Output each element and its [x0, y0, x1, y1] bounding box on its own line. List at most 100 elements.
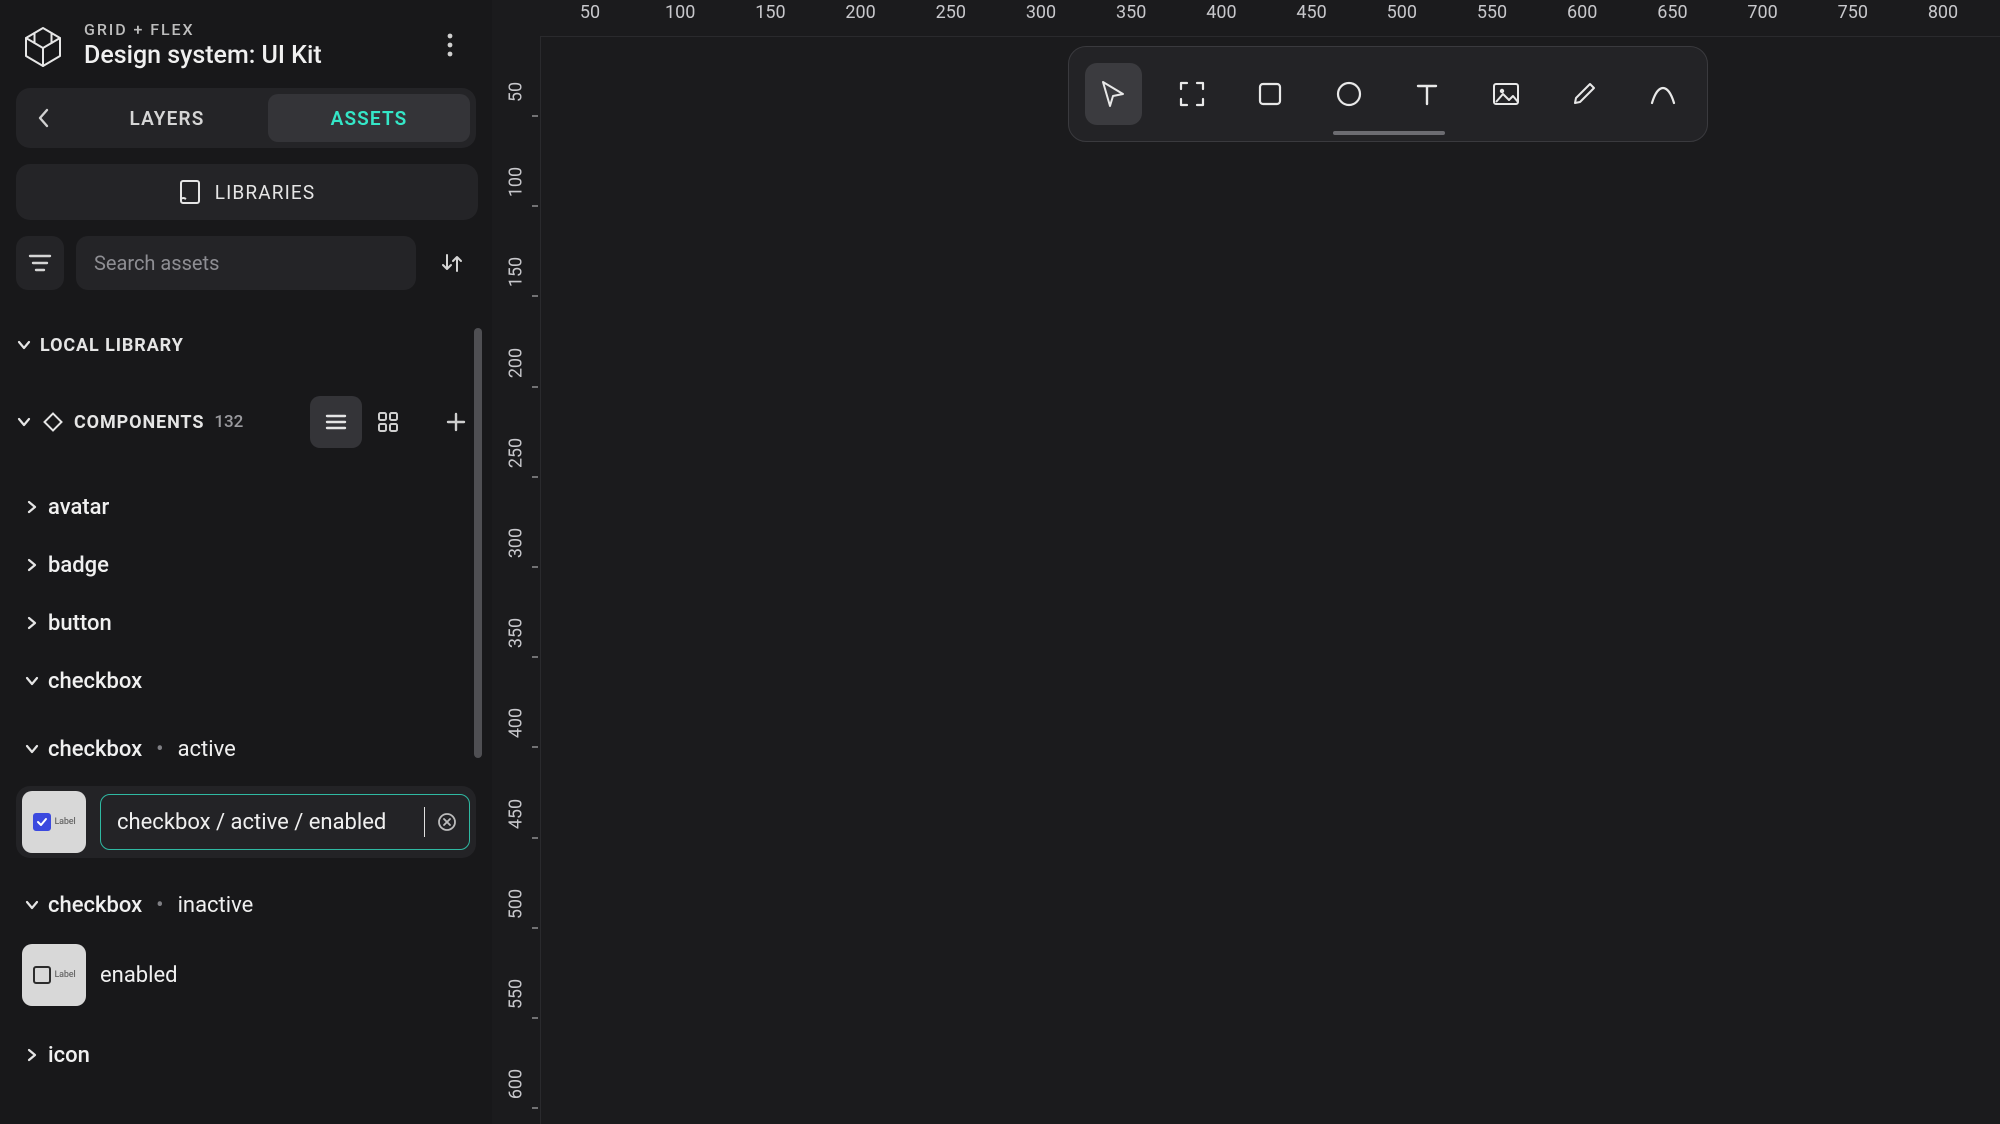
- asset-instance-editing[interactable]: Label: [16, 786, 476, 858]
- ruler-v-tick: 350: [506, 618, 527, 648]
- variant-base-name: checkbox: [48, 893, 142, 918]
- view-grid-button[interactable]: [362, 396, 414, 448]
- chevron-down-icon: [24, 897, 40, 913]
- asset-thumbnail: Label: [22, 944, 86, 1006]
- components-count: 132: [214, 412, 243, 432]
- component-label: checkbox: [48, 669, 142, 694]
- view-toggle: [310, 396, 414, 448]
- chevron-down-icon: [24, 673, 40, 689]
- ruler-h-tick: 550: [1477, 2, 1507, 23]
- ruler-v-tick: 300: [506, 528, 527, 558]
- ruler-h-tick: 400: [1206, 2, 1236, 23]
- ruler-v-minor: [532, 386, 538, 387]
- tool-pen[interactable]: [1556, 63, 1613, 125]
- ruler-h-tick: 100: [665, 2, 695, 23]
- component-item-badge[interactable]: badge: [16, 536, 476, 594]
- tool-ellipse[interactable]: [1321, 63, 1378, 125]
- file-menu-button[interactable]: [430, 25, 470, 65]
- clear-input-icon[interactable]: [435, 810, 459, 834]
- ruler-h-tick: 600: [1567, 2, 1597, 23]
- variant-name: active: [178, 737, 236, 762]
- assets-sidebar: LAYERS ASSETS LIBRARIES: [16, 88, 476, 1124]
- ruler-v-tick: 100: [506, 167, 527, 197]
- thumb-label: Label: [55, 817, 76, 827]
- variant-base-name: checkbox: [48, 737, 142, 762]
- tool-rectangle[interactable]: [1242, 63, 1299, 125]
- tool-frame[interactable]: [1164, 63, 1221, 125]
- ruler-h-tick: 150: [755, 2, 785, 23]
- components-row: COMPONENTS 132: [16, 396, 476, 448]
- ruler-v-minor: [532, 476, 538, 477]
- toolbar-drag-handle[interactable]: [1333, 131, 1445, 135]
- asset-rename-field[interactable]: [100, 794, 470, 850]
- sidebar-tabs: LAYERS ASSETS: [16, 88, 476, 148]
- chevron-right-icon: [24, 615, 40, 631]
- vertical-ruler: 50100150200250300350400450500550600: [492, 36, 540, 1124]
- tool-curve[interactable]: [1635, 63, 1692, 125]
- component-label: icon: [48, 1043, 90, 1068]
- view-list-button[interactable]: [310, 396, 362, 448]
- asset-list-scroll: LOCAL LIBRARY COMPONENTS 132: [16, 328, 476, 1124]
- design-canvas[interactable]: [540, 36, 2000, 1124]
- ruler-h-tick: 50: [580, 2, 600, 23]
- text-cursor: [424, 807, 426, 837]
- component-label: avatar: [48, 495, 109, 520]
- ruler-v-minor: [532, 296, 538, 297]
- component-item-checkbox[interactable]: checkbox: [16, 652, 476, 710]
- ruler-v-minor: [532, 116, 538, 117]
- canvas-area: 5010015020025030035040045050055060065070…: [492, 0, 2000, 1124]
- ruler-h-tick: 700: [1747, 2, 1777, 23]
- component-diamond-icon: [42, 411, 64, 433]
- ruler-v-minor: [532, 837, 538, 838]
- component-item-icon[interactable]: icon: [16, 1026, 476, 1084]
- filter-button[interactable]: [16, 236, 64, 290]
- chevron-right-icon: [24, 557, 40, 573]
- asset-search-row: [16, 236, 476, 290]
- component-variant-checkbox-active[interactable]: checkbox • active: [16, 720, 476, 778]
- search-assets-input[interactable]: [76, 236, 416, 290]
- tab-layers[interactable]: LAYERS: [66, 94, 268, 142]
- asset-instance-enabled[interactable]: Label enabled: [16, 942, 476, 1008]
- variant-separator: •: [150, 893, 169, 918]
- ruler-h-tick: 450: [1296, 2, 1326, 23]
- ruler-v-tick: 400: [506, 708, 527, 738]
- sidebar-scrollbar[interactable]: [474, 328, 482, 758]
- chevron-down-icon: [24, 741, 40, 757]
- tool-text[interactable]: [1399, 63, 1456, 125]
- section-local-library[interactable]: LOCAL LIBRARY: [16, 328, 476, 362]
- ruler-v-tick: 200: [506, 347, 527, 377]
- workspace-name: GRID + FLEX: [84, 20, 322, 39]
- ruler-v-minor: [532, 747, 538, 748]
- component-variant-checkbox-inactive[interactable]: checkbox • inactive: [16, 876, 476, 934]
- ruler-v-minor: [532, 206, 538, 207]
- ruler-h-tick: 200: [845, 2, 875, 23]
- tool-select[interactable]: [1085, 63, 1142, 125]
- component-label: button: [48, 611, 112, 636]
- horizontal-ruler: 5010015020025030035040045050055060065070…: [540, 0, 2000, 36]
- component-item-button[interactable]: button: [16, 594, 476, 652]
- ruler-v-minor: [532, 1018, 538, 1019]
- chevron-right-icon: [24, 499, 40, 515]
- sort-button[interactable]: [428, 236, 476, 290]
- tool-image[interactable]: [1478, 63, 1535, 125]
- book-icon: [179, 179, 201, 205]
- ruler-v-minor: [532, 1108, 538, 1109]
- component-item-avatar[interactable]: avatar: [16, 478, 476, 536]
- tab-assets[interactable]: ASSETS: [268, 94, 470, 142]
- chevron-down-icon[interactable]: [16, 414, 32, 430]
- asset-rename-input[interactable]: [117, 810, 414, 835]
- sidebar-back-button[interactable]: [22, 94, 66, 142]
- add-component-button[interactable]: [436, 402, 476, 442]
- ruler-v-tick: 500: [506, 889, 527, 919]
- ruler-v-tick: 150: [506, 257, 527, 287]
- ruler-h-tick: 750: [1838, 2, 1868, 23]
- component-list: avatar badge button checkbox: [16, 478, 476, 1084]
- component-label: badge: [48, 553, 109, 578]
- canvas-toolbar: [1068, 46, 1708, 142]
- libraries-button[interactable]: LIBRARIES: [16, 164, 478, 220]
- ruler-v-minor: [532, 927, 538, 928]
- variant-name: inactive: [178, 893, 254, 918]
- chevron-down-icon: [16, 337, 32, 353]
- libraries-label: LIBRARIES: [215, 181, 316, 204]
- ruler-h-tick: 350: [1116, 2, 1146, 23]
